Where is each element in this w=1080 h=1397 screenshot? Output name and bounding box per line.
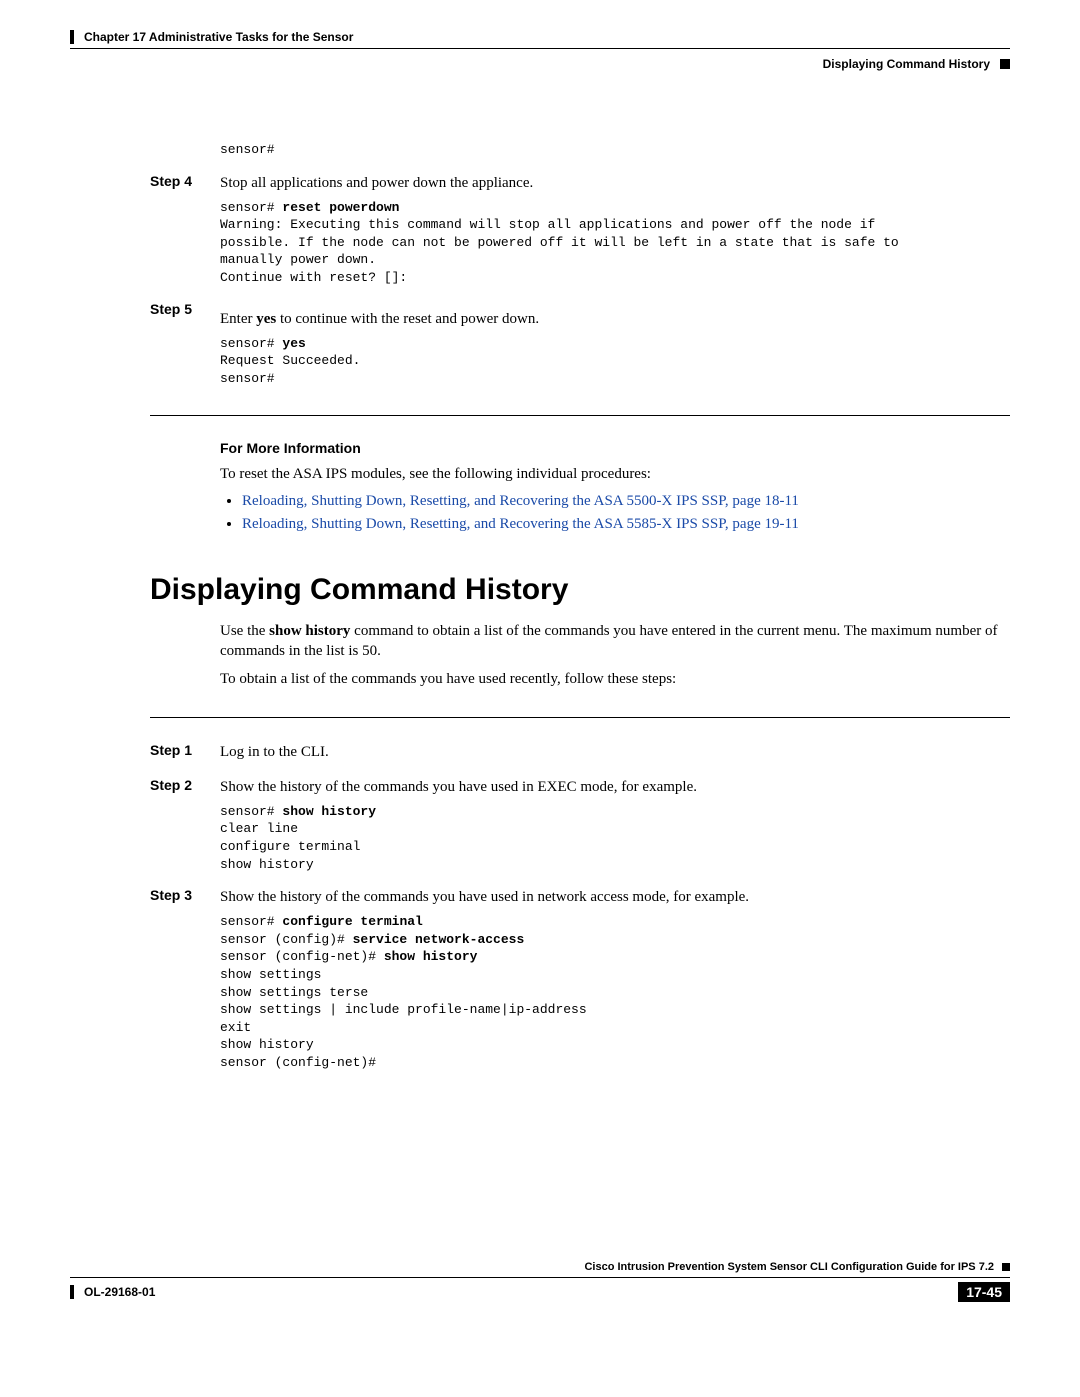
header-section: Displaying Command History <box>823 57 990 71</box>
header-rule <box>70 48 1010 49</box>
section-heading: Displaying Command History <box>150 573 1010 607</box>
section-intro-2: To obtain a list of the commands you hav… <box>220 669 1010 689</box>
step-5-code: sensor# yes Request Succeeded. sensor# <box>220 335 1010 388</box>
more-info-link-1[interactable]: Reloading, Shutting Down, Resetting, and… <box>242 493 799 509</box>
more-info-heading: For More Information <box>220 440 1010 456</box>
step-1-label: Step 1 <box>150 742 220 762</box>
footer-rule <box>70 1277 1010 1278</box>
step-2-label: Step 2 <box>150 777 220 797</box>
code-block-sensor-prompt: sensor# <box>220 141 1010 159</box>
step-4-code: sensor# reset powerdown Warning: Executi… <box>220 199 1010 287</box>
step-4-text: Stop all applications and power down the… <box>220 173 1010 193</box>
step-1-text: Log in to the CLI. <box>220 742 1010 762</box>
header-bar-icon <box>70 30 74 44</box>
more-info-link-2[interactable]: Reloading, Shutting Down, Resetting, and… <box>242 516 799 532</box>
footer-bar-icon <box>70 1285 74 1299</box>
steps-divider <box>150 717 1010 718</box>
page-number: 17-45 <box>958 1282 1010 1302</box>
header-chapter: Chapter 17 Administrative Tasks for the … <box>84 30 353 44</box>
step-3-code: sensor# configure terminal sensor (confi… <box>220 913 1010 1071</box>
more-info-intro: To reset the ASA IPS modules, see the fo… <box>220 464 1010 484</box>
step-3-text: Show the history of the commands you hav… <box>220 887 1010 907</box>
step-3-label: Step 3 <box>150 887 220 907</box>
footer-square-icon <box>1002 1263 1010 1271</box>
header-square-icon <box>1000 59 1010 69</box>
step-2-text: Show the history of the commands you hav… <box>220 777 1010 797</box>
step-2-code: sensor# show history clear line configur… <box>220 803 1010 873</box>
footer-doc-number: OL-29168-01 <box>84 1285 155 1299</box>
step-4-label: Step 4 <box>150 173 220 193</box>
section-divider <box>150 415 1010 416</box>
step-5-label: Step 5 <box>150 301 220 329</box>
step-5-text: Enter yes to continue with the reset and… <box>220 309 1010 329</box>
footer-guide-title: Cisco Intrusion Prevention System Sensor… <box>584 1261 994 1273</box>
section-intro-1: Use the show history command to obtain a… <box>220 621 1010 662</box>
